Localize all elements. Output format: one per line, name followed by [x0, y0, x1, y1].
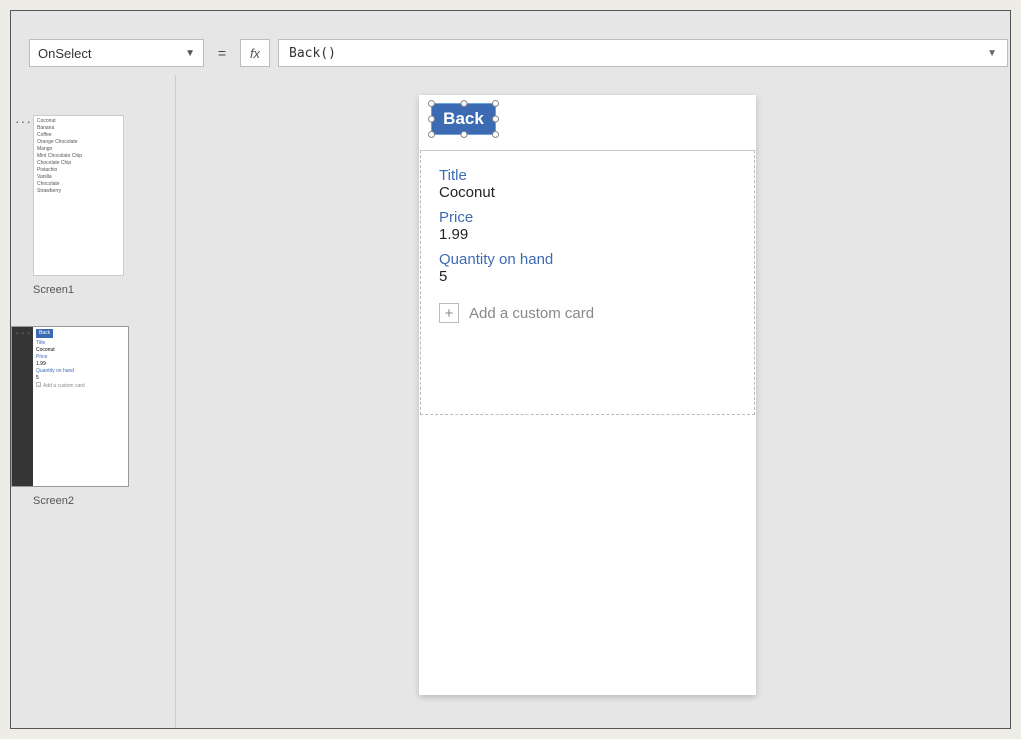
add-card-label: Add a custom card	[469, 305, 594, 322]
list-item: Strawberry	[37, 188, 120, 195]
resize-handle[interactable]	[460, 100, 467, 107]
mini-value: Coconut	[36, 347, 125, 354]
back-button-label: Back	[443, 109, 484, 129]
chevron-down-icon: ▼	[185, 48, 195, 59]
screen1-mini-list: Coconut Banana Coffee Orange Chocolate M…	[34, 116, 123, 197]
list-item: Mango	[37, 146, 120, 153]
field-label-qty: Quantity on hand	[439, 251, 736, 268]
resize-handle[interactable]	[428, 116, 435, 123]
list-item: Coconut	[37, 118, 120, 125]
phone-canvas[interactable]: Back Title Coconut Price 1.99 Quantity o…	[419, 95, 756, 695]
mini-label: Price	[36, 354, 125, 361]
list-item: Orange Chocolate	[37, 139, 120, 146]
screen2-thumbnail[interactable]: Back Title Coconut Price 1.99 Quantity o…	[11, 326, 129, 487]
resize-handle[interactable]	[428, 131, 435, 138]
list-item: Vanilla	[37, 174, 120, 181]
field-value-title: Coconut	[439, 184, 736, 201]
field-value-qty: 5	[439, 268, 736, 285]
app-frame: OnSelect ▼ = fx Back() ▼ ··· Coconut Ban…	[10, 10, 1011, 729]
chevron-down-icon[interactable]: ▼	[987, 48, 997, 59]
property-dropdown-value: OnSelect	[38, 46, 91, 61]
add-card-row[interactable]: + Add a custom card	[439, 303, 736, 323]
screen-thumbnail-block: ··· Back Title Coconut Price 1.99 Quanti…	[11, 326, 175, 507]
formula-text: Back()	[289, 46, 336, 61]
mini-label: Title	[36, 340, 125, 347]
fx-icon: fx	[250, 46, 260, 61]
resize-handle[interactable]	[492, 116, 499, 123]
screen1-label: Screen1	[33, 284, 175, 296]
plus-icon[interactable]: +	[439, 303, 459, 323]
canvas-area[interactable]: Back Title Coconut Price 1.99 Quantity o…	[176, 75, 1010, 728]
mini-add-card: +Add a custom card	[36, 382, 125, 390]
back-button[interactable]: Back	[431, 103, 496, 135]
list-item: Chocolate	[37, 181, 120, 188]
list-item: Chocolate Chip	[37, 160, 120, 167]
field-label-title: Title	[439, 167, 736, 184]
resize-handle[interactable]	[428, 100, 435, 107]
formula-bar: OnSelect ▼ = fx Back() ▼	[29, 39, 1008, 67]
mini-value: 1.99	[36, 361, 125, 368]
list-item: Pistachio	[37, 167, 120, 174]
detail-form[interactable]: Title Coconut Price 1.99 Quantity on han…	[420, 150, 755, 415]
screens-panel: ··· Coconut Banana Coffee Orange Chocola…	[11, 75, 176, 728]
selection-strip	[12, 327, 33, 486]
resize-handle[interactable]	[492, 131, 499, 138]
more-icon[interactable]: ···	[15, 328, 32, 336]
mini-back-button: Back	[36, 329, 53, 338]
field-value-price: 1.99	[439, 226, 736, 243]
fx-button[interactable]: fx	[240, 39, 270, 67]
resize-handle[interactable]	[492, 100, 499, 107]
screen2-mini-content: Back Title Coconut Price 1.99 Quantity o…	[33, 327, 128, 486]
field-label-price: Price	[439, 209, 736, 226]
equals-label: =	[212, 45, 232, 61]
property-dropdown[interactable]: OnSelect ▼	[29, 39, 204, 67]
screen1-thumbnail[interactable]: Coconut Banana Coffee Orange Chocolate M…	[33, 115, 124, 276]
mini-value: 5	[36, 375, 125, 382]
list-item: Mint Chocolate Chip	[37, 153, 120, 160]
formula-input[interactable]: Back() ▼	[278, 39, 1008, 67]
screen2-label: Screen2	[33, 495, 175, 507]
more-icon[interactable]: ···	[15, 117, 32, 125]
resize-handle[interactable]	[460, 131, 467, 138]
list-item: Coffee	[37, 132, 120, 139]
screen-thumbnail-block: ··· Coconut Banana Coffee Orange Chocola…	[11, 115, 175, 296]
list-item: Banana	[37, 125, 120, 132]
mini-label: Quantity on hand	[36, 368, 125, 375]
